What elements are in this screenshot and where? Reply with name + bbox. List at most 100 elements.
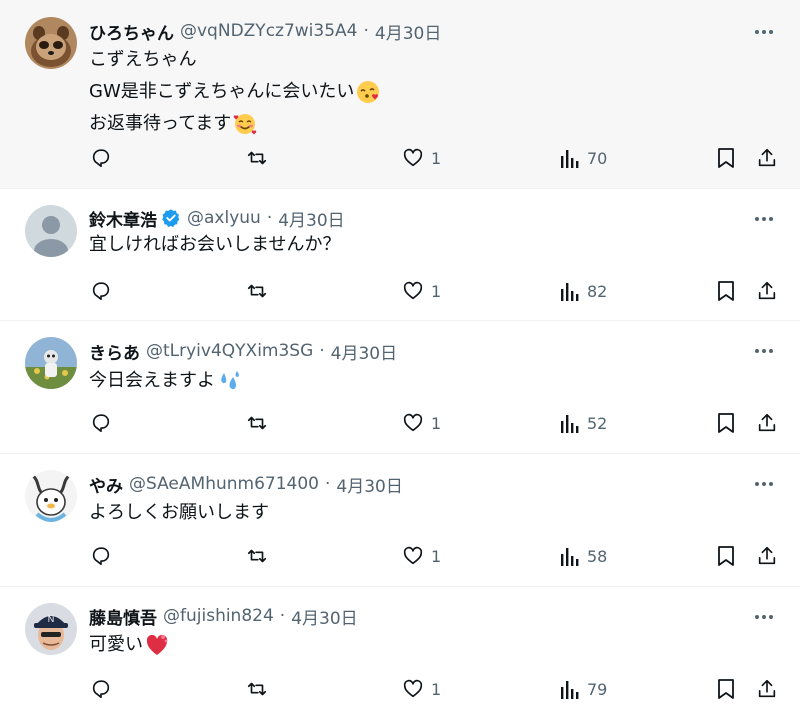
views-button[interactable]: 52 (560, 409, 607, 437)
reply-button[interactable] (90, 277, 112, 305)
sweat-droplets-emoji (217, 369, 241, 393)
retweet-icon (247, 549, 267, 563)
heart-icon (403, 148, 423, 167)
tweet-date[interactable]: 4月30日 (336, 472, 402, 497)
reply-button[interactable] (90, 409, 112, 437)
reply-icon (92, 149, 110, 168)
tweet-date[interactable]: 4月30日 (278, 206, 344, 231)
tanuki-avatar[interactable] (25, 17, 77, 69)
more-options-icon[interactable] (750, 22, 778, 42)
tweet-text: こずえちゃん GW是非こずえちゃんに会いたい お返事待ってます (89, 44, 380, 140)
author-name[interactable]: 藤島慎吾 (89, 604, 157, 629)
tweet-3[interactable]: きらあ @tLryiv4QYXim3SG · 4月30日 今日会えますよ 1 5… (0, 321, 800, 454)
cap-man-avatar[interactable]: N (25, 603, 77, 655)
like-button[interactable]: 1 (402, 277, 441, 305)
reply-icon (92, 282, 110, 301)
separator-dot: · (363, 21, 369, 41)
tweet-text: 今日会えますよ (89, 365, 241, 397)
author-name[interactable]: やみ (89, 472, 123, 497)
like-button[interactable]: 1 (402, 409, 441, 437)
tweet-4[interactable]: やみ @SAeAMhunm671400 · 4月30日 よろしくお願いします 1 (0, 454, 800, 587)
retweet-button[interactable] (246, 675, 268, 703)
view-count: 82 (587, 281, 608, 301)
retweet-button[interactable] (246, 542, 268, 570)
share-button[interactable] (756, 675, 778, 703)
author-handle[interactable]: @axlyuu (187, 208, 261, 228)
bookmark-icon (718, 679, 734, 699)
tweet-header: 藤島慎吾 @fujishin824 · 4月30日 (89, 603, 358, 629)
verified-badge-icon[interactable] (161, 208, 181, 228)
reply-feed: ひろちゃん @vqNDZYcz7wi35A4 · 4月30日 こずえちゃん GW… (0, 0, 800, 711)
share-icon (758, 546, 776, 565)
retweet-button[interactable] (246, 409, 268, 437)
share-button[interactable] (756, 144, 778, 172)
reply-button[interactable] (90, 144, 112, 172)
more-options-icon[interactable] (750, 209, 778, 229)
like-button[interactable]: 1 (402, 542, 441, 570)
retweet-icon (247, 284, 267, 298)
share-icon (758, 281, 776, 300)
tweet-text-line: こずえちゃん (89, 49, 197, 70)
share-icon (758, 148, 776, 167)
tweet-date[interactable]: 4月30日 (291, 604, 357, 629)
tweet-text-line: よろしくお願いします (89, 502, 269, 523)
author-handle[interactable]: @tLryiv4QYXim3SG (146, 341, 313, 361)
like-count: 1 (431, 679, 442, 699)
retweet-button[interactable] (246, 144, 268, 172)
tweet-1[interactable]: ひろちゃん @vqNDZYcz7wi35A4 · 4月30日 こずえちゃん GW… (0, 0, 800, 189)
bookmark-button[interactable] (716, 542, 736, 570)
reply-button[interactable] (90, 542, 112, 570)
author-name[interactable]: 鈴木章浩 (89, 206, 157, 231)
tweet-actions: 1 70 (0, 144, 800, 172)
illustration-avatar[interactable] (25, 470, 77, 522)
views-button[interactable]: 79 (560, 675, 607, 703)
analytics-icon (561, 150, 579, 168)
views-button[interactable]: 82 (560, 277, 607, 305)
default-avatar[interactable] (25, 205, 77, 257)
views-button[interactable]: 70 (560, 144, 607, 172)
tweet-text-line: お返事待ってます (89, 108, 380, 140)
bookmark-button[interactable] (716, 277, 736, 305)
bookmark-icon (718, 148, 734, 168)
tweet-date[interactable]: 4月30日 (331, 339, 397, 364)
field-photo-avatar[interactable] (25, 337, 77, 389)
author-name[interactable]: ひろちゃん (89, 19, 174, 44)
heart-icon (403, 546, 423, 565)
tweet-text: よろしくお願いします (89, 497, 269, 529)
reply-button[interactable] (90, 675, 112, 703)
views-button[interactable]: 58 (560, 542, 607, 570)
analytics-icon (561, 681, 579, 699)
author-handle[interactable]: @fujishin824 (163, 606, 274, 626)
bookmark-icon (718, 281, 734, 301)
share-icon (758, 413, 776, 432)
share-button[interactable] (756, 542, 778, 570)
bookmark-button[interactable] (716, 409, 736, 437)
reply-icon (92, 547, 110, 566)
tweet-date[interactable]: 4月30日 (375, 19, 441, 44)
tweet-header: 鈴木章浩 @axlyuu · 4月30日 (89, 205, 345, 231)
author-name[interactable]: きらあ (89, 339, 140, 364)
more-options-icon[interactable] (750, 474, 778, 494)
view-count: 58 (587, 546, 608, 566)
tweet-2[interactable]: 鈴木章浩 @axlyuu · 4月30日 宜しければお会いしませんか？ 1 82 (0, 189, 800, 321)
smiling-face-with-hearts-emoji (233, 112, 257, 136)
heart-icon (403, 281, 423, 300)
author-handle[interactable]: @vqNDZYcz7wi35A4 (180, 21, 357, 41)
like-button[interactable]: 1 (402, 144, 441, 172)
bookmark-button[interactable] (716, 144, 736, 172)
more-options-icon[interactable] (750, 607, 778, 627)
retweet-button[interactable] (246, 277, 268, 305)
bookmark-icon (718, 413, 734, 433)
tweet-actions: 1 82 (0, 277, 800, 305)
tweet-actions: 1 79 (0, 675, 800, 703)
more-options-icon[interactable] (750, 341, 778, 361)
share-button[interactable] (756, 277, 778, 305)
tweet-5[interactable]: N 藤島慎吾 @fujishin824 · 4月30日 可愛い 1 79 (0, 587, 800, 711)
author-handle[interactable]: @SAeAMhunm671400 (129, 474, 319, 494)
tweet-text: 可愛い (89, 629, 169, 661)
share-button[interactable] (756, 409, 778, 437)
like-button[interactable]: 1 (402, 675, 441, 703)
bookmark-button[interactable] (716, 675, 736, 703)
view-count: 79 (587, 679, 608, 699)
tweet-actions: 1 52 (0, 409, 800, 437)
